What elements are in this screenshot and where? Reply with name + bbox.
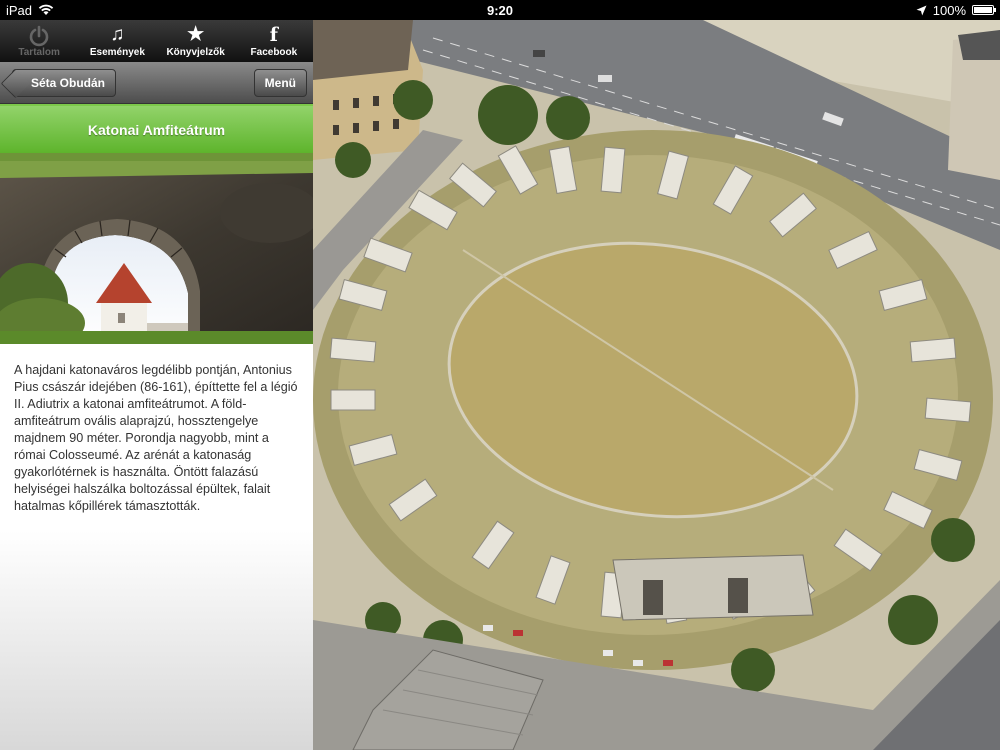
menu-button-label: Menü: [264, 75, 296, 90]
tab-tartalom[interactable]: Tartalom: [0, 20, 78, 62]
power-icon: [29, 25, 49, 46]
status-bar: iPad 9:20 100%: [0, 0, 1000, 20]
description-text: A hajdani katonaváros legdélibb pontján,…: [14, 363, 298, 513]
arch-photo-image: [0, 153, 313, 344]
tab-label: Tartalom: [18, 46, 60, 58]
music-notes-icon: ♫: [110, 23, 125, 45]
navigation-bar: Séta Obudán Menü: [0, 62, 313, 104]
tab-bar: Tartalom ♫ Események ★ Könyvjelzők f Fac…: [0, 20, 313, 62]
clock: 9:20: [486, 2, 514, 18]
tab-konyvjelzok[interactable]: ★ Könyvjelzők: [157, 20, 235, 62]
wifi-icon: [38, 4, 54, 15]
menu-button[interactable]: Menü: [253, 68, 307, 97]
tab-label: Facebook: [250, 46, 298, 58]
facebook-icon: f: [269, 23, 278, 46]
battery-icon: [972, 5, 996, 15]
section-title: Katonai Amfiteátrum: [0, 106, 313, 153]
tab-label: Könyvjelzők: [166, 46, 225, 58]
tab-facebook[interactable]: f Facebook: [235, 20, 313, 62]
battery-percent: 100%: [932, 2, 966, 18]
device-name: iPad: [6, 2, 33, 18]
arch-photo: [0, 153, 313, 344]
tab-esemenyek[interactable]: ♫ Események: [78, 20, 156, 62]
location-arrow-icon: [916, 5, 927, 15]
aerial-image: [313, 20, 1000, 750]
amphitheatre-aerial-photo: [313, 20, 1000, 750]
back-button-label: Séta Obudán: [31, 75, 106, 90]
star-icon: ★: [187, 23, 205, 45]
back-button[interactable]: Séta Obudán: [12, 68, 117, 97]
section-title-text: Katonai Amfiteátrum: [87, 121, 226, 138]
content-panel: Tartalom ♫ Események ★ Könyvjelzők f Fac…: [0, 20, 313, 750]
tab-label: Események: [89, 46, 145, 58]
battery-fill: [974, 7, 992, 13]
